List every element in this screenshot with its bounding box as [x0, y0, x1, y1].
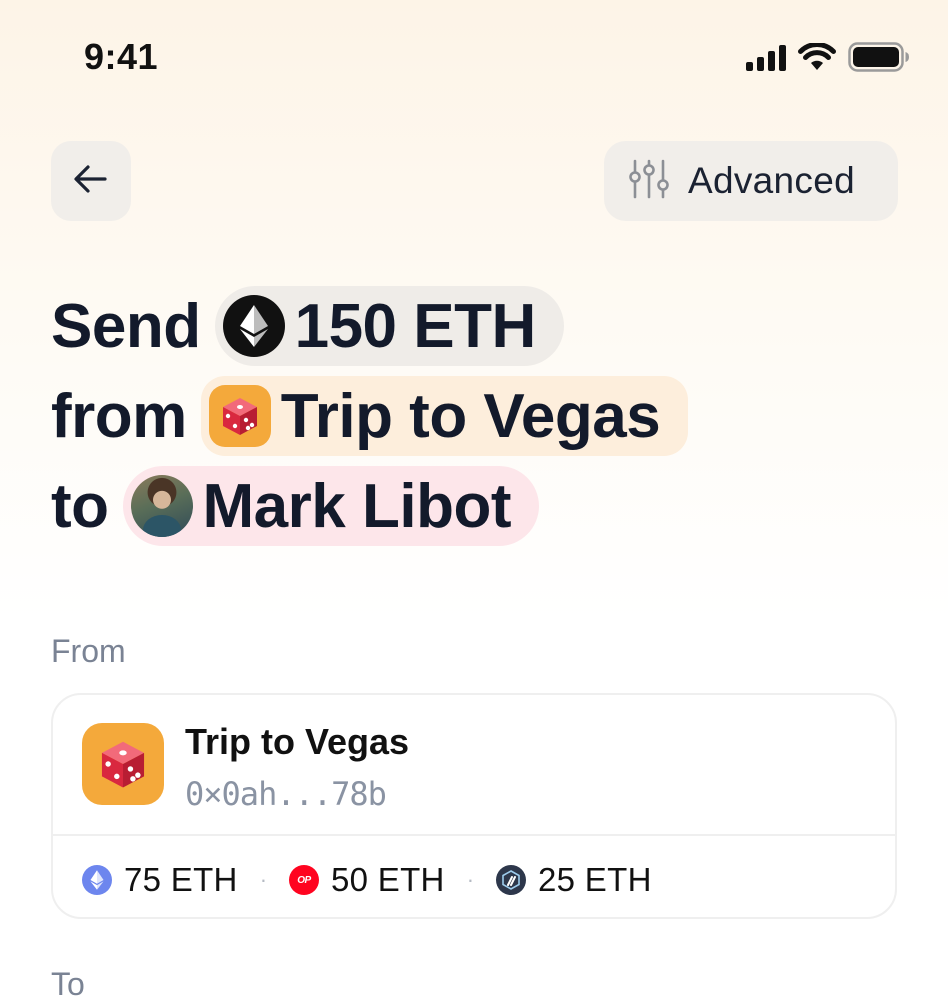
balance-arbitrum: 25 ETH — [496, 861, 652, 899]
headline-to-line: to Mark Libot — [51, 461, 931, 551]
optimism-icon: OP — [289, 865, 320, 895]
balance-ethereum: 75 ETH — [82, 861, 238, 899]
balance-amount: 75 ETH — [124, 861, 238, 898]
battery-icon — [848, 42, 910, 72]
advanced-button[interactable]: Advanced — [604, 141, 898, 221]
wifi-icon — [798, 43, 836, 71]
avatar — [130, 475, 193, 537]
balance-amount: 50 ETH — [331, 861, 445, 898]
from-wallet-card[interactable]: Trip to Vegas 0×0ah...78b 75 ETH · OP 50… — [51, 693, 897, 919]
card-divider — [53, 834, 895, 836]
chain-balances: 75 ETH · OP 50 ETH · 25 ETH — [82, 858, 652, 902]
from-section-label: From — [51, 633, 126, 669]
wallet-name: Trip to Vegas — [185, 721, 410, 762]
sliders-icon — [628, 158, 670, 205]
ethereum-icon — [222, 295, 285, 357]
token-amount-pill[interactable]: 150 ETH — [214, 286, 564, 366]
back-button[interactable] — [51, 141, 131, 221]
status-icons — [746, 42, 910, 72]
dice-icon — [208, 385, 271, 447]
ethereum-icon — [82, 865, 112, 895]
arrow-left-icon — [71, 159, 111, 204]
send-word: Send — [51, 291, 201, 361]
advanced-label: Advanced — [688, 160, 855, 201]
source-wallet-pill[interactable]: Trip to Vegas — [200, 376, 689, 456]
headline-from-line: from Trip to Vegas — [51, 371, 931, 461]
balance-optimism: OP 50 ETH — [289, 861, 445, 899]
arbitrum-icon — [496, 865, 527, 895]
wallet-address: 0×0ah...78b — [185, 775, 387, 813]
cellular-signal-icon — [746, 43, 786, 71]
from-word: from — [51, 381, 187, 451]
status-bar: 9:41 — [0, 0, 948, 110]
recipient-name: Mark Libot — [202, 471, 512, 541]
send-summary-headline: Send 150 ETH from Trip to Vegas to Mark … — [51, 281, 931, 551]
balance-separator: · — [466, 867, 475, 892]
to-section-label: To — [51, 966, 85, 996]
token-amount: 150 ETH — [294, 291, 537, 361]
balance-amount: 25 ETH — [538, 861, 652, 898]
status-time: 9:41 — [84, 36, 159, 77]
recipient-pill[interactable]: Mark Libot — [122, 466, 539, 546]
dice-icon — [82, 723, 164, 805]
balance-separator: · — [259, 867, 268, 892]
source-wallet-name: Trip to Vegas — [280, 381, 661, 451]
headline-send-line: Send 150 ETH — [51, 281, 931, 371]
wallet-card-header: Trip to Vegas 0×0ah...78b — [53, 695, 895, 835]
to-word: to — [51, 471, 109, 541]
